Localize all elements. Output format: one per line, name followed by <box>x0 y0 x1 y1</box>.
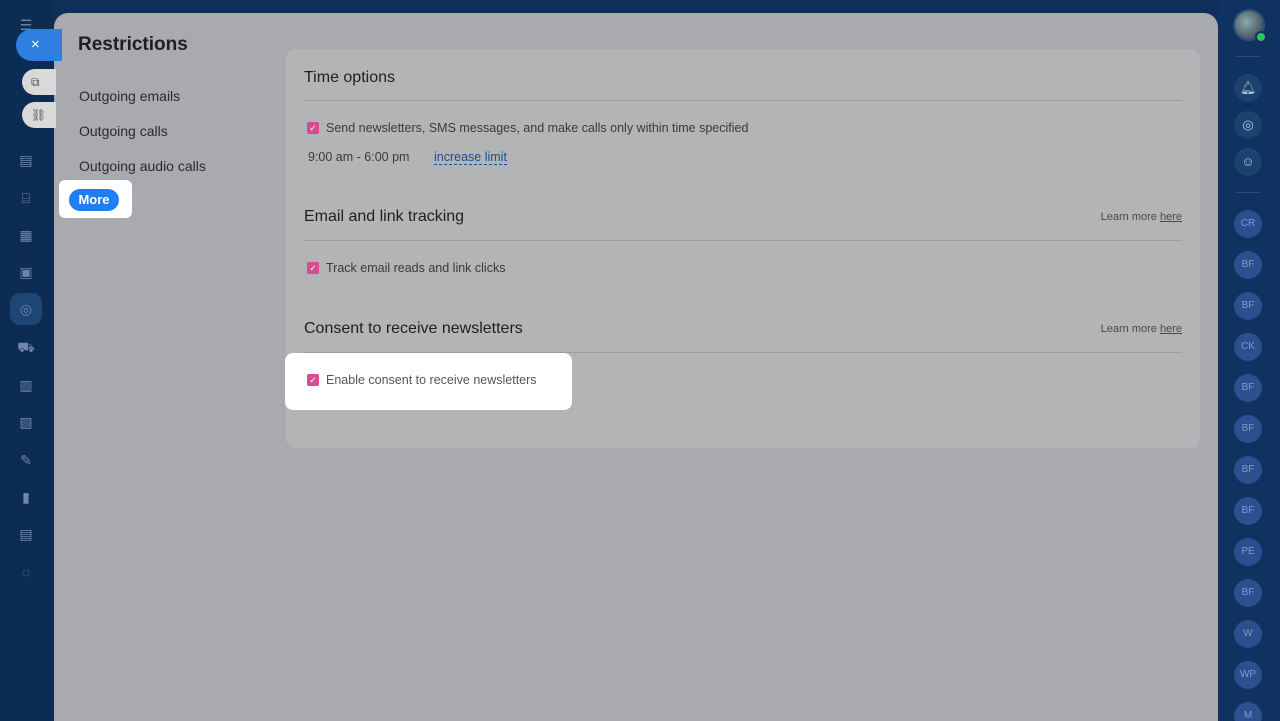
copilot-icon[interactable]: ◎ <box>1234 111 1262 139</box>
chart-icon[interactable]: ▮ <box>17 488 35 506</box>
contact-avatar[interactable]: PE <box>1234 538 1262 566</box>
section-title-time-options: Time options <box>304 69 395 86</box>
copy-link-icon[interactable]: ⛓ <box>22 102 56 128</box>
filter-icon[interactable]: ⌸ <box>17 189 35 207</box>
chat-icon[interactable]: ▤ <box>17 151 35 169</box>
contact-avatar[interactable]: BF <box>1234 415 1262 443</box>
sheet-icon[interactable]: ▥ <box>17 376 35 394</box>
divider <box>1236 192 1260 193</box>
checkbox-label: Send newsletters, SMS messages, and make… <box>326 121 749 135</box>
increase-limit-link[interactable]: increase limit <box>434 150 507 165</box>
tracking-checkbox-row[interactable]: ✓ Track email reads and link clicks <box>307 261 505 275</box>
learn-more-text: Learn more <box>1100 323 1157 335</box>
section-title-consent: Consent to receive newsletters <box>304 320 523 337</box>
pen-icon[interactable]: ✎ <box>17 451 35 469</box>
settings-icon[interactable]: ◌ <box>17 563 35 581</box>
checkbox-checked-icon[interactable]: ✓ <box>307 374 319 386</box>
target-icon[interactable]: ◎ <box>10 293 42 325</box>
status-dot <box>1255 31 1267 43</box>
doc-icon[interactable]: ▧ <box>17 413 35 431</box>
menu-item-outgoing-calls[interactable]: Outgoing calls <box>79 123 168 139</box>
learn-more-email-tracking: Learn more here <box>1101 211 1182 223</box>
bell-icon[interactable]: 🔔︎ <box>1234 74 1262 102</box>
time-limit-checkbox-row[interactable]: ✓ Send newsletters, SMS messages, and ma… <box>307 121 748 135</box>
contact-avatar[interactable]: CR <box>1234 210 1262 238</box>
contact-avatar[interactable]: M <box>1234 702 1262 721</box>
open-external-icon[interactable]: ⧉ <box>22 69 56 95</box>
contact-avatar[interactable]: WP <box>1234 661 1262 689</box>
learn-more-link[interactable]: here <box>1160 323 1182 335</box>
contact-avatar[interactable]: BF <box>1234 579 1262 607</box>
cart-icon[interactable]: ⛟ <box>17 338 35 356</box>
checkbox-label: Track email reads and link clicks <box>326 261 506 275</box>
learn-more-text: Learn more <box>1100 211 1157 223</box>
divider <box>1236 56 1260 57</box>
box-icon[interactable]: ▣ <box>17 263 35 281</box>
checkbox-checked-icon[interactable]: ✓ <box>307 262 319 274</box>
calendar-icon[interactable]: ▦ <box>17 226 35 244</box>
checkbox-checked-icon[interactable]: ✓ <box>307 122 319 134</box>
settings-card: Time options ✓ Send newsletters, SMS mes… <box>285 49 1200 448</box>
menu-item-outgoing-audio-calls[interactable]: Outgoing audio calls <box>79 158 206 174</box>
contact-avatar[interactable]: BF <box>1234 251 1262 279</box>
contact-avatar[interactable]: BF <box>1234 456 1262 484</box>
restrictions-panel: Restrictions Outgoing emails Outgoing ca… <box>54 13 1218 721</box>
divider <box>304 100 1182 101</box>
learn-more-consent: Learn more here <box>1101 323 1182 335</box>
section-title-email-tracking: Email and link tracking <box>304 208 465 225</box>
contact-avatar[interactable]: BF <box>1234 374 1262 402</box>
right-sidebar: 🔔︎ ◎ ☺ CR BF BF CK BF BF BF BF PE BF W WP M <box>1218 0 1280 721</box>
close-button[interactable]: × <box>16 29 62 61</box>
contact-avatar[interactable]: BF <box>1234 497 1262 525</box>
time-range: 9:00 am - 6:00 pm <box>308 150 410 164</box>
consent-checkbox-row[interactable]: ✓ Enable consent to receive newsletters <box>307 373 537 387</box>
contact-avatar[interactable]: W <box>1234 620 1262 648</box>
page-title: Restrictions <box>78 34 188 55</box>
robot-icon[interactable]: ▤ <box>17 525 35 543</box>
messages-icon[interactable]: ☺ <box>1234 148 1262 176</box>
menu-item-outgoing-emails[interactable]: Outgoing emails <box>79 88 180 104</box>
contact-avatar[interactable]: CK <box>1234 333 1262 361</box>
checkbox-label: Enable consent to receive newsletters <box>326 373 537 387</box>
more-button[interactable]: More <box>69 189 119 211</box>
divider <box>304 240 1182 241</box>
learn-more-link[interactable]: here <box>1160 211 1182 223</box>
contact-avatar[interactable]: BF <box>1234 292 1262 320</box>
